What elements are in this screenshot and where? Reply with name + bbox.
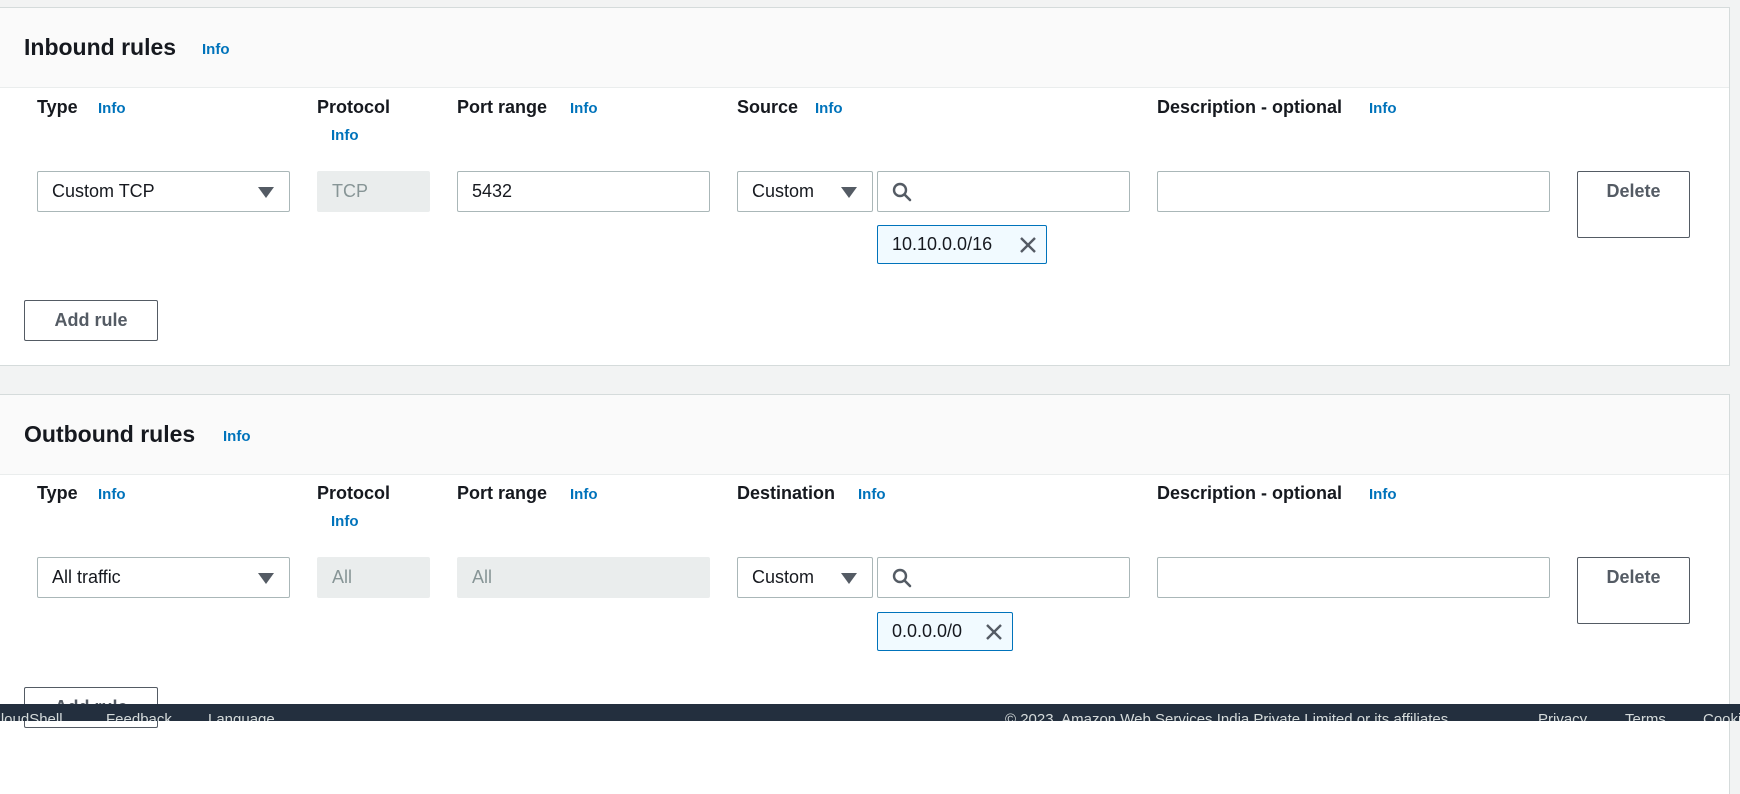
port-range-info-link[interactable]: Info (570, 100, 598, 117)
inbound-rules-panel: Inbound rules Info Type Info Protocol In… (0, 7, 1730, 366)
description-input[interactable] (1157, 171, 1550, 212)
outbound-rules-title: Outbound rules (24, 421, 196, 447)
port-range-field: All (457, 557, 710, 598)
footer-terms-link[interactable]: Terms (1625, 711, 1666, 721)
footer-copyright: © 2023, Amazon Web Services India Privat… (1005, 711, 1453, 721)
description-info-link[interactable]: Info (1369, 100, 1397, 117)
port-range-input[interactable]: 5432 (457, 171, 710, 212)
port-range-value: 5432 (472, 181, 513, 201)
type-column-label: Type (37, 97, 78, 117)
protocol-column-label: Protocol (317, 97, 391, 117)
port-range-value: All (472, 567, 493, 587)
protocol-info-link[interactable]: Info (331, 127, 359, 144)
footer-feedback-link[interactable]: Feedback (106, 711, 172, 721)
source-column-label: Source (737, 97, 799, 117)
close-icon[interactable] (1018, 235, 1038, 255)
protocol-value: TCP (332, 181, 368, 201)
description-column-label: Description - optional (1157, 483, 1343, 503)
delete-rule-button[interactable]: Delete (1577, 557, 1690, 624)
type-column-label: Type (37, 483, 78, 503)
source-token: 10.10.0.0/16 (877, 225, 1047, 264)
source-token-label: 10.10.0.0/16 (892, 234, 993, 254)
description-info-link[interactable]: Info (1369, 486, 1397, 503)
type-info-link[interactable]: Info (98, 100, 126, 117)
destination-search-input[interactable] (877, 557, 1130, 598)
type-select[interactable]: Custom TCP (37, 171, 290, 212)
outbound-rules-info-link[interactable]: Info (223, 428, 251, 445)
destination-info-link[interactable]: Info (858, 486, 886, 503)
outbound-rules-header: Outbound rules Info (0, 395, 1729, 475)
caret-down-icon (841, 187, 857, 198)
close-icon[interactable] (984, 622, 1004, 642)
type-info-link[interactable]: Info (98, 486, 126, 503)
port-range-info-link[interactable]: Info (570, 486, 598, 503)
console-footer: CloudShell Feedback Language © 2023, Ama… (0, 704, 1740, 721)
destination-type-select[interactable]: Custom (737, 557, 873, 598)
source-search-input[interactable] (877, 171, 1130, 212)
footer-cookie-link[interactable]: Cookie preferences (1703, 711, 1740, 721)
port-range-column-label: Port range (457, 97, 548, 117)
type-select-value: Custom TCP (52, 181, 155, 201)
footer-privacy-link[interactable]: Privacy (1538, 711, 1587, 721)
protocol-field: All (317, 557, 430, 598)
source-type-value: Custom (752, 181, 815, 201)
source-type-select[interactable]: Custom (737, 171, 873, 212)
add-rule-button[interactable]: Add rule (24, 300, 158, 341)
protocol-column-label: Protocol (317, 483, 391, 503)
description-input[interactable] (1157, 557, 1550, 598)
caret-down-icon (258, 187, 274, 198)
destination-token: 0.0.0.0/0 (877, 612, 1013, 651)
protocol-value: All (332, 567, 353, 587)
caret-down-icon (258, 573, 274, 584)
inbound-rules-title: Inbound rules (24, 34, 177, 60)
destination-token-label: 0.0.0.0/0 (892, 621, 963, 641)
description-column-label: Description - optional (1157, 97, 1343, 117)
source-info-link[interactable]: Info (815, 100, 843, 117)
inbound-rules-header: Inbound rules Info (0, 8, 1729, 88)
protocol-info-link[interactable]: Info (331, 513, 359, 530)
outbound-rules-panel: Outbound rules Info Type Info Protocol I… (0, 394, 1730, 794)
footer-cloudshell-link[interactable]: CloudShell (0, 711, 63, 721)
search-icon (892, 182, 912, 202)
protocol-field: TCP (317, 171, 430, 212)
delete-rule-button[interactable]: Delete (1577, 171, 1690, 238)
footer-language-link[interactable]: Language (208, 711, 275, 721)
destination-column-label: Destination (737, 483, 836, 503)
caret-down-icon (841, 573, 857, 584)
port-range-column-label: Port range (457, 483, 548, 503)
type-select[interactable]: All traffic (37, 557, 290, 598)
search-icon (892, 568, 912, 588)
type-select-value: All traffic (52, 567, 121, 587)
inbound-rules-info-link[interactable]: Info (202, 41, 230, 58)
destination-type-value: Custom (752, 567, 815, 587)
